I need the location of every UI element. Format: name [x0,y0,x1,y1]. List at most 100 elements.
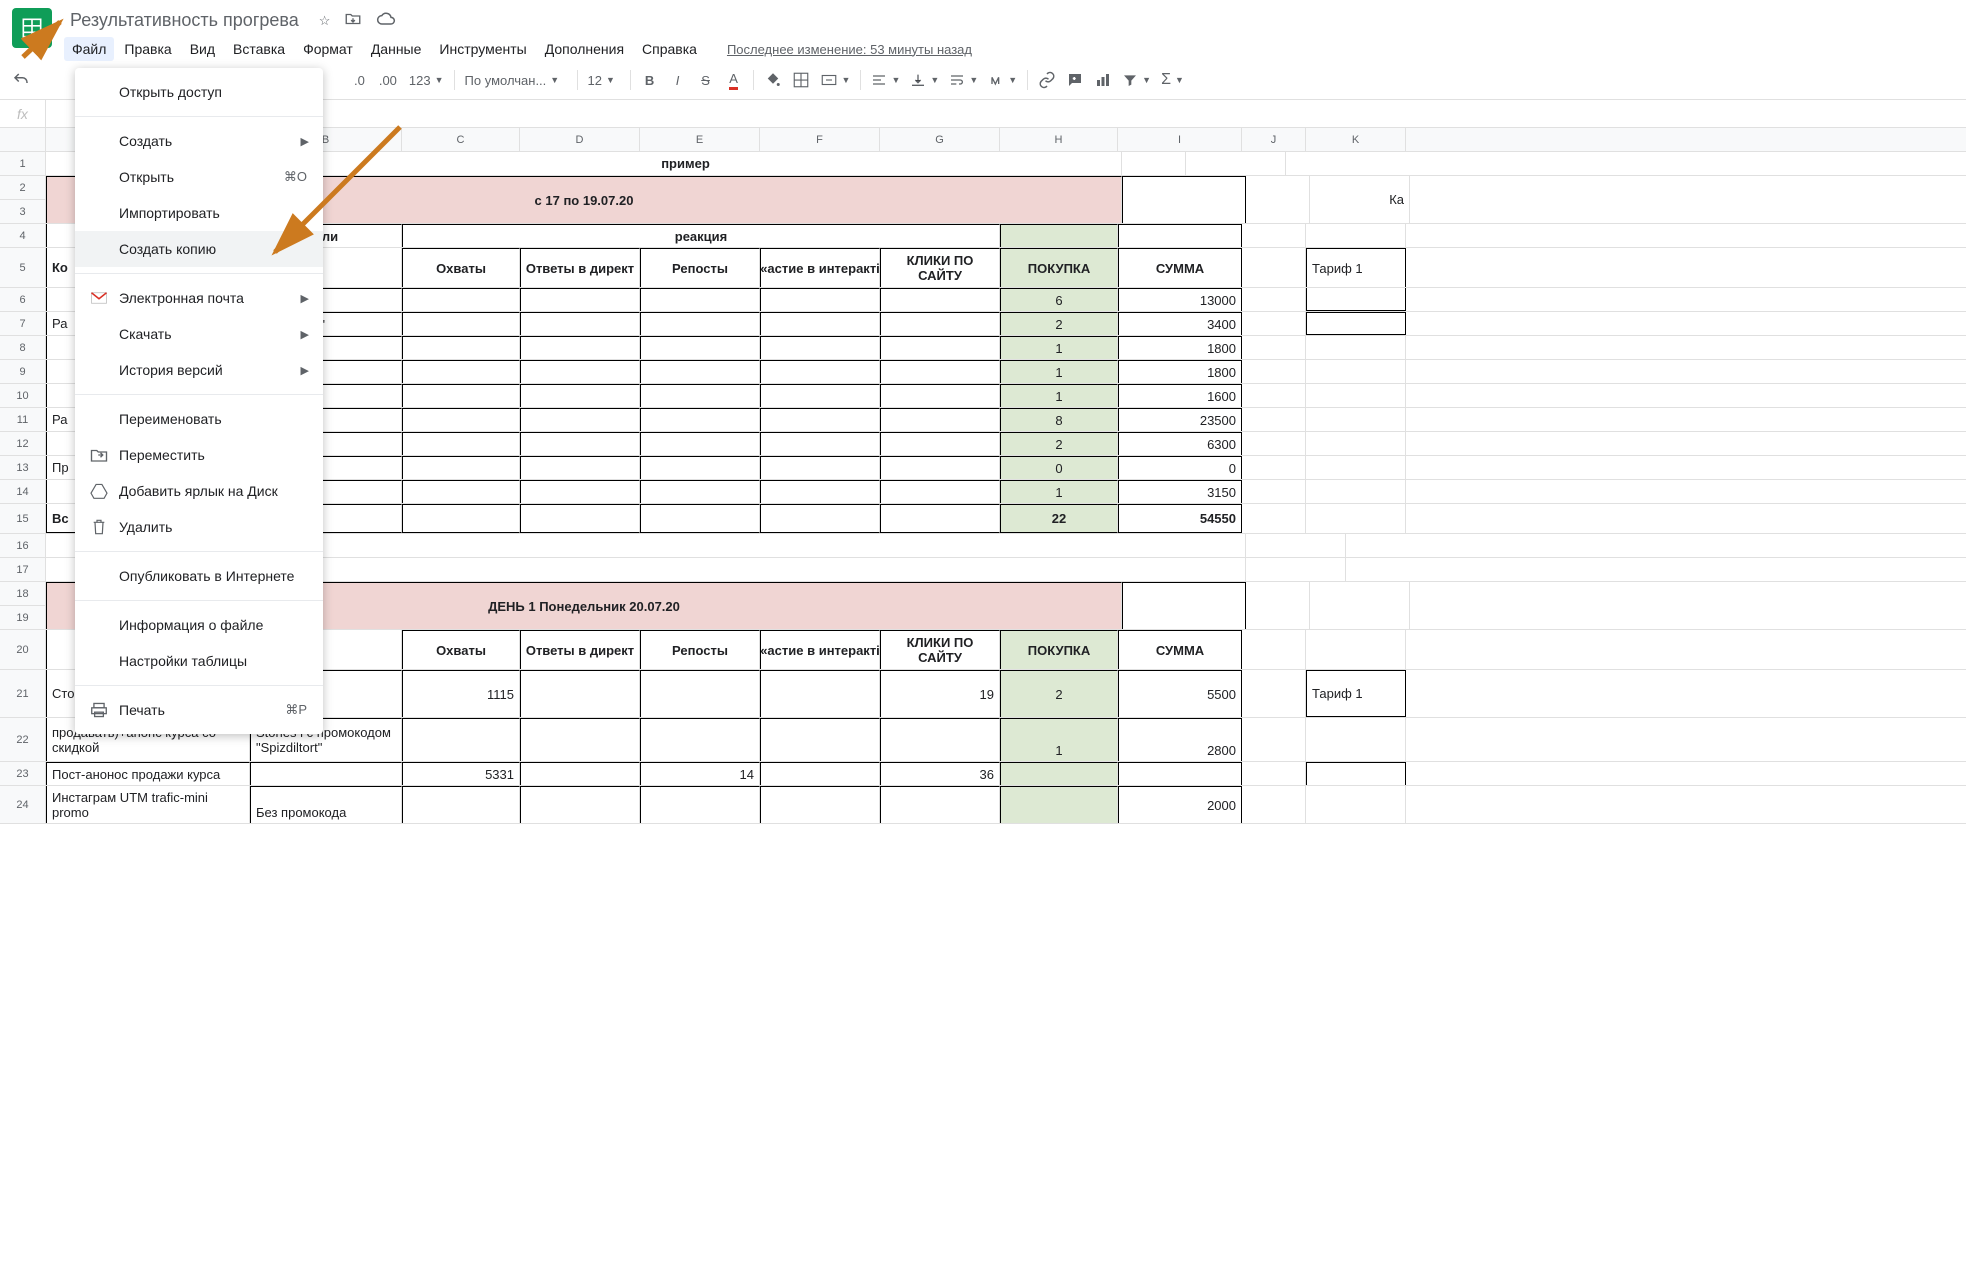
horizontal-align-button[interactable]: ▼ [867,72,904,88]
text-color-button[interactable]: A [721,67,747,93]
cell[interactable] [880,718,1000,761]
functions-button[interactable]: Σ▼ [1157,71,1188,89]
cell[interactable] [402,288,520,311]
menu-insert[interactable]: Вставка [225,37,293,61]
cell[interactable] [1242,432,1306,455]
cell[interactable]: 14 [640,762,760,785]
cell[interactable] [1242,336,1306,359]
row-header[interactable]: 16 [0,534,46,557]
cell[interactable] [1306,432,1406,455]
menu-share[interactable]: Открыть доступ [75,74,323,110]
cell[interactable]: КЛИКИ ПО САЙТУ [880,248,1000,287]
cell[interactable] [880,432,1000,455]
cell[interactable] [640,456,760,479]
cell[interactable] [520,432,640,455]
text-wrap-button[interactable]: ▼ [945,72,982,88]
cell[interactable] [640,718,760,761]
cell[interactable] [1310,582,1410,629]
cell[interactable]: Репосты [640,630,760,669]
cell[interactable] [760,762,880,785]
cell[interactable]: Охваты [402,248,520,287]
menu-move[interactable]: Переместить [75,437,323,473]
cell[interactable]: 3150 [1118,480,1242,503]
cell[interactable] [1306,762,1406,785]
cell[interactable] [520,408,640,431]
cell[interactable] [760,336,880,359]
cell[interactable]: 1 [1000,336,1118,359]
cell[interactable]: СУММА [1118,248,1242,287]
cell[interactable] [880,786,1000,823]
col-header[interactable]: J [1242,128,1306,151]
col-header[interactable]: G [880,128,1000,151]
cell[interactable]: 1600 [1118,384,1242,407]
cell[interactable] [1242,504,1306,533]
cell[interactable] [1306,408,1406,431]
cell[interactable] [760,480,880,503]
insert-link-button[interactable] [1034,67,1060,93]
cell[interactable]: 2000 [1118,786,1242,823]
menu-rename[interactable]: Переименовать [75,401,323,437]
cell[interactable] [1186,152,1286,175]
cell[interactable] [1242,312,1306,335]
row-header[interactable]: 4 [0,224,46,247]
cell[interactable] [402,480,520,503]
cell[interactable] [880,480,1000,503]
cell[interactable] [1242,480,1306,503]
row-header[interactable]: 15 [0,504,46,533]
row-header[interactable]: 5 [0,248,46,287]
cloud-status-icon[interactable] [376,9,396,32]
cell[interactable] [1306,718,1406,761]
col-header[interactable]: K [1306,128,1406,151]
cell[interactable] [1242,408,1306,431]
borders-button[interactable] [788,67,814,93]
cell[interactable]: 3400 [1118,312,1242,335]
menu-download[interactable]: Скачать▶ [75,316,323,352]
menu-import[interactable]: Импортировать [75,195,323,231]
cell[interactable]: 2800 [1118,718,1242,761]
cell[interactable] [1242,248,1306,287]
cell[interactable]: «астие в интеракті [760,630,880,669]
cell[interactable] [880,456,1000,479]
format-123-button[interactable]: 123▼ [405,73,448,88]
cell[interactable] [640,480,760,503]
cell[interactable] [640,432,760,455]
cell[interactable] [640,288,760,311]
cell[interactable]: Тариф 1 [1306,248,1406,287]
cell[interactable]: 2 [1000,432,1118,455]
cell[interactable] [1242,670,1306,717]
cell[interactable]: 0 [1000,456,1118,479]
cell[interactable] [1306,224,1406,247]
cell[interactable]: Без промокода [250,786,402,823]
cell[interactable] [880,504,1000,533]
cell[interactable] [760,718,880,761]
cell[interactable]: 6 [1000,288,1118,311]
menu-make-copy[interactable]: Создать копию [75,231,323,267]
cell[interactable] [760,360,880,383]
row-header[interactable]: 21 [0,670,46,717]
cell[interactable] [1118,762,1242,785]
cell[interactable] [520,312,640,335]
font-size-select[interactable]: 12▼ [584,73,624,88]
cell[interactable]: реакция [402,224,1000,247]
cell[interactable] [1246,582,1310,629]
cell[interactable] [880,360,1000,383]
cell[interactable]: Тариф 1 [1306,670,1406,717]
cell[interactable] [520,456,640,479]
italic-button[interactable]: I [665,67,691,93]
menu-edit[interactable]: Правка [116,37,179,61]
cell[interactable] [640,408,760,431]
merge-cells-button[interactable]: ▼ [816,71,855,89]
cell[interactable]: 19 [880,670,1000,717]
menu-format[interactable]: Формат [295,37,361,61]
cell[interactable]: 6300 [1118,432,1242,455]
cell[interactable] [760,786,880,823]
cell[interactable] [520,360,640,383]
cell[interactable] [1000,762,1118,785]
cell[interactable] [520,336,640,359]
cell[interactable] [402,360,520,383]
cell[interactable]: Ка [1310,176,1410,223]
cell[interactable] [402,312,520,335]
cell[interactable] [640,312,760,335]
row-header[interactable]: 7 [0,312,46,335]
filter-button[interactable]: ▼ [1118,72,1155,88]
